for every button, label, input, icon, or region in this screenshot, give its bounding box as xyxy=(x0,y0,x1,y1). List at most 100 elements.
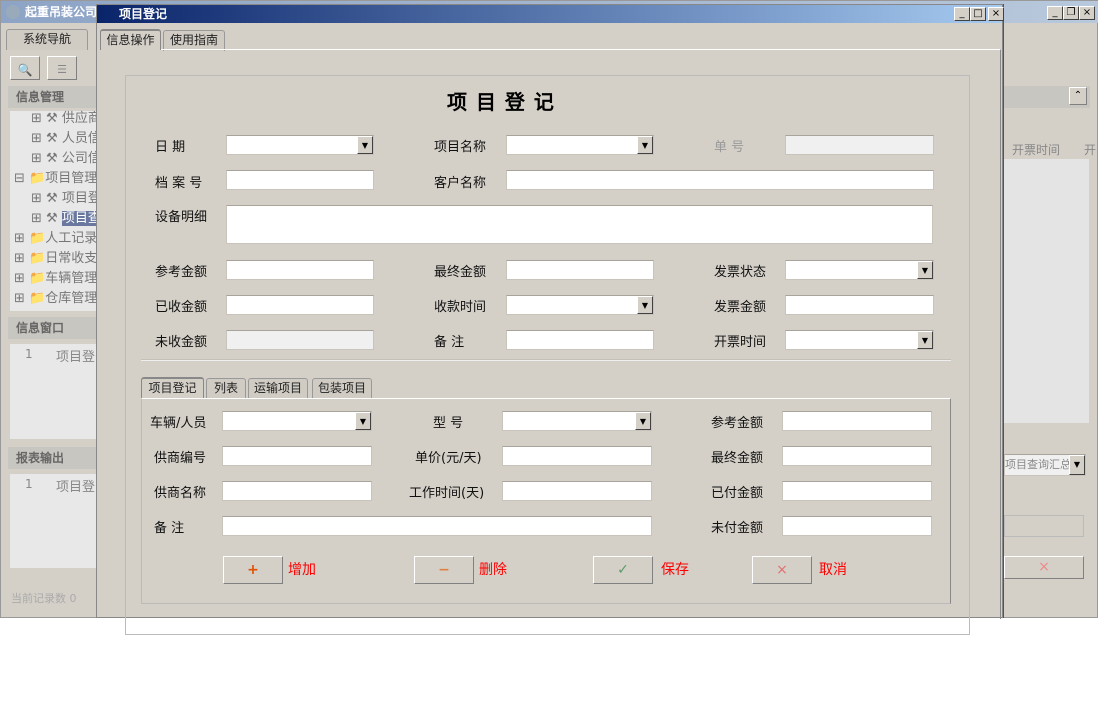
remark-label: 备 注 xyxy=(434,335,465,350)
app-close-button[interactable]: × xyxy=(1079,6,1095,20)
supplier-no-input[interactable] xyxy=(222,446,372,466)
order-no-label: 单 号 xyxy=(714,140,745,155)
tree-item-selected[interactable]: ⊞ ⚒ 项目查 xyxy=(31,209,101,229)
ref-amount-input[interactable] xyxy=(226,260,374,280)
received-input[interactable] xyxy=(226,295,374,315)
report-select[interactable]: 项目查询汇总 ▼ xyxy=(1004,454,1086,476)
unpaid-input[interactable] xyxy=(782,516,932,536)
add-label[interactable]: 增加 xyxy=(288,556,316,584)
invoice-amount-label: 发票金额 xyxy=(714,300,767,315)
final-amount-input[interactable] xyxy=(506,260,654,280)
minimize-button[interactable]: _ xyxy=(954,7,970,21)
archive-no-input[interactable] xyxy=(226,170,374,190)
list-icon[interactable]: ☰ xyxy=(47,56,77,80)
list-item[interactable]: 项目登 xyxy=(56,476,95,495)
tab-user-guide[interactable]: 使用指南 xyxy=(163,30,225,51)
archive-no-label: 档 案 号 xyxy=(155,176,203,191)
sub-remark-input[interactable] xyxy=(222,516,652,536)
data-grid xyxy=(1004,159,1089,423)
unit-price-label: 单价(元/天) xyxy=(415,451,482,466)
form-heading: 项 目 登 记 xyxy=(447,90,555,114)
sub-final-amount-input[interactable] xyxy=(782,446,932,466)
vehicle-combo[interactable]: ▼ xyxy=(222,411,372,431)
paid-label: 已付金额 xyxy=(711,486,764,501)
column-header[interactable]: 开票时间 xyxy=(1012,141,1060,158)
bg-cancel-button[interactable]: × xyxy=(1004,556,1084,579)
customer-input[interactable] xyxy=(506,170,934,190)
tree-item[interactable]: ⊞ ⚒ 人员信 xyxy=(31,129,101,149)
unreceived-label: 未收金额 xyxy=(155,335,208,350)
app-minimize-button[interactable]: _ xyxy=(1047,6,1063,20)
tree-item[interactable]: ⊞ ⚒ 供应商 xyxy=(31,109,101,129)
tree-folder[interactable]: ⊞ 📁仓库管理 xyxy=(14,289,97,309)
equipment-textarea[interactable] xyxy=(226,205,933,244)
minus-icon: − xyxy=(438,562,450,578)
sub-remark-label: 备 注 xyxy=(154,521,185,536)
app-restore-button[interactable]: ❐ xyxy=(1063,6,1079,20)
invoice-status-combo[interactable]: ▼ xyxy=(785,260,934,280)
invoice-amount-input[interactable] xyxy=(785,295,934,315)
model-combo[interactable]: ▼ xyxy=(502,411,652,431)
collapse-icon[interactable]: ⌃ xyxy=(1069,87,1087,105)
cancel-label[interactable]: 取消 xyxy=(819,556,847,584)
tree-folder[interactable]: ⊞ 📁人工记录 xyxy=(14,229,97,249)
subtab-list[interactable]: 列表 xyxy=(206,378,246,399)
subtab-packaging[interactable]: 包装项目 xyxy=(312,378,372,399)
receive-time-label: 收款时间 xyxy=(434,300,487,315)
save-label[interactable]: 保存 xyxy=(661,556,689,584)
record-count-status: 当前记录数 0 xyxy=(11,592,77,605)
tab-system-nav[interactable]: 系统导航 xyxy=(6,29,88,50)
invoice-time-combo[interactable]: ▼ xyxy=(785,330,934,350)
delete-label[interactable]: 删除 xyxy=(479,556,507,584)
bg-field xyxy=(1004,515,1084,537)
project-name-combo[interactable]: ▼ xyxy=(506,135,654,155)
paid-input[interactable] xyxy=(782,481,932,501)
separator xyxy=(141,359,951,361)
subtab-project-register[interactable]: 项目登记 xyxy=(141,377,204,398)
remark-input[interactable] xyxy=(506,330,654,350)
cancel-button[interactable]: × xyxy=(752,556,812,584)
invoice-status-label: 发票状态 xyxy=(714,265,767,280)
report-output-header: 报表输出 xyxy=(8,447,98,469)
order-no-input[interactable] xyxy=(785,135,934,155)
customer-label: 客户名称 xyxy=(434,176,487,191)
project-name-label: 项目名称 xyxy=(434,140,487,155)
tree-item[interactable]: ⊞ ⚒ 项目登 xyxy=(31,189,101,209)
sub-ref-amount-label: 参考金额 xyxy=(711,416,764,431)
supplier-name-label: 供商名称 xyxy=(154,486,207,501)
receive-time-combo[interactable]: ▼ xyxy=(506,295,654,315)
sub-ref-amount-input[interactable] xyxy=(782,411,932,431)
close-icon: × xyxy=(776,562,788,578)
delete-button[interactable]: − xyxy=(414,556,474,584)
search-icon[interactable]: 🔍 xyxy=(10,56,40,80)
tree-folder[interactable]: ⊞ 📁车辆管理 xyxy=(14,269,97,289)
unreceived-input[interactable] xyxy=(226,330,374,350)
tree-folder[interactable]: ⊟ 📁项目管理 xyxy=(14,169,97,189)
unpaid-label: 未付金额 xyxy=(711,521,764,536)
supplier-name-input[interactable] xyxy=(222,481,372,501)
ref-amount-label: 参考金额 xyxy=(155,265,208,280)
column-header[interactable]: 开 xyxy=(1084,141,1096,158)
row-number: 1 xyxy=(25,477,33,491)
work-time-input[interactable] xyxy=(502,481,652,501)
unit-price-input[interactable] xyxy=(502,446,652,466)
plus-icon: + xyxy=(247,562,259,578)
date-combo[interactable]: ▼ xyxy=(226,135,374,155)
check-icon: ✓ xyxy=(617,562,629,578)
tree-item[interactable]: ⊞ ⚒ 公司信 xyxy=(31,149,101,169)
subtab-transport[interactable]: 运输项目 xyxy=(248,378,308,399)
add-button[interactable]: + xyxy=(223,556,283,584)
vehicle-label: 车辆/人员 xyxy=(150,416,207,431)
close-button[interactable]: × xyxy=(988,7,1004,21)
save-button[interactable]: ✓ xyxy=(593,556,653,584)
model-label: 型 号 xyxy=(433,416,464,431)
equipment-label: 设备明细 xyxy=(155,210,208,225)
row-number: 1 xyxy=(25,347,33,361)
dialog-title: 项目登记 xyxy=(97,5,1002,23)
maximize-button[interactable]: □ xyxy=(970,7,986,21)
supplier-no-label: 供商编号 xyxy=(154,451,207,466)
tree-folder[interactable]: ⊞ 📁日常收支 xyxy=(14,249,97,269)
info-window-header: 信息窗口 xyxy=(8,317,98,339)
tab-info-operation[interactable]: 信息操作 xyxy=(100,29,161,50)
list-item[interactable]: 项目登 xyxy=(56,346,95,365)
